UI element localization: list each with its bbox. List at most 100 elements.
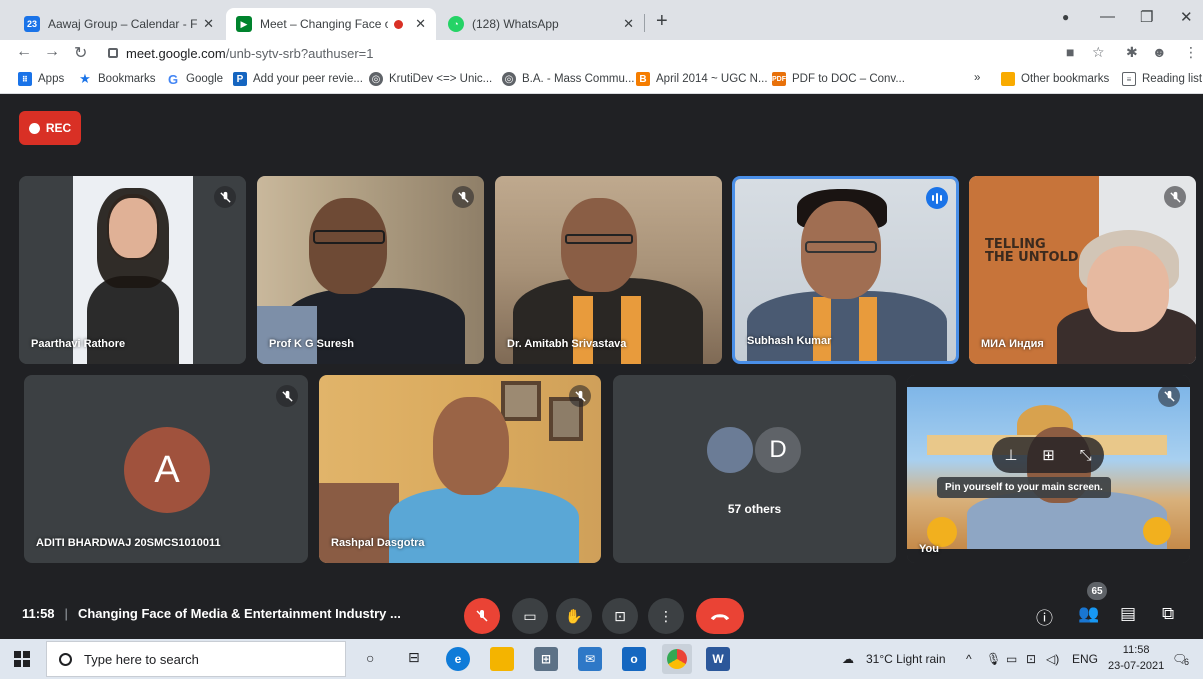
camera-icon: ▭ — [523, 607, 537, 624]
bookmark-label: Add your peer revie... — [253, 73, 363, 85]
globe-icon: ◎ — [369, 72, 383, 86]
participant-tile-active-speaker[interactable]: Subhash Kumar — [732, 176, 959, 364]
weather-icon[interactable]: ☁ — [842, 652, 854, 666]
participant-tile[interactable]: Prof K G Suresh — [257, 176, 484, 364]
camera-icon[interactable]: ■ — [1066, 44, 1074, 60]
new-tab-icon[interactable]: + — [656, 10, 668, 33]
mic-off-icon — [276, 385, 298, 407]
participant-tile[interactable]: Rashpal Dasgotra — [319, 375, 601, 563]
self-tile[interactable]: ⊥ ⊞ ⤡ Pin yourself to your main screen. … — [907, 375, 1190, 563]
hand-icon: ✋ — [565, 607, 583, 624]
close-icon[interactable]: ✕ — [203, 16, 214, 32]
info-icon[interactable]: ⓘ — [1036, 604, 1053, 629]
minimize-tile-icon[interactable]: ⤡ — [1080, 447, 1092, 464]
camera-toggle-button[interactable]: ▭ — [512, 598, 548, 634]
bookmark-bookmarks[interactable]: ★ Bookmarks — [78, 71, 155, 86]
bookmark-star-icon[interactable]: ☆ — [1092, 44, 1105, 61]
windows-start-icon[interactable] — [14, 651, 30, 667]
outlook-icon[interactable]: o — [622, 647, 646, 671]
blogger-icon: B — [636, 72, 650, 86]
mic-tray-icon: 🎙 — [986, 652, 1002, 666]
profile-avatar-icon[interactable]: ☻ — [1152, 44, 1167, 60]
forward-icon[interactable]: → — [44, 43, 60, 61]
url-path: /unb-sytv-srb?authuser=1 — [225, 45, 374, 61]
avatar: A — [124, 427, 210, 513]
menu-kebab-icon[interactable]: ⋮ — [1184, 44, 1198, 61]
address-bar[interactable]: meet.google.com/unb-sytv-srb?authuser=1 — [100, 42, 1060, 64]
language-indicator[interactable]: ENG — [1072, 652, 1098, 666]
reading-list-icon: ≡ — [1122, 72, 1136, 86]
participant-tile[interactable]: Paarthavi Rathore — [19, 176, 246, 364]
taskbar-search[interactable]: Type here to search — [46, 641, 346, 677]
participant-tile[interactable]: TELLING THE UNTOLD МИА Индия — [969, 176, 1196, 364]
bookmark-apps[interactable]: ⠿ Apps — [18, 72, 64, 86]
participant-name: You — [919, 543, 939, 555]
bookmark-krutidev[interactable]: ◎ KrutiDev <=> Unic... — [369, 72, 492, 86]
p-icon: P — [233, 72, 247, 86]
cortana-icon[interactable]: ○ — [366, 650, 374, 666]
volume-icon: ◁) — [1046, 652, 1060, 666]
back-icon[interactable]: ← — [16, 43, 32, 61]
word-icon[interactable]: W — [706, 647, 730, 671]
chat-icon[interactable]: ▤ — [1120, 604, 1136, 624]
tab-calendar[interactable]: 23 Aawaj Group – Calendar - Friday ✕ — [14, 8, 224, 40]
meeting-time: 11:58 — [22, 606, 55, 621]
chrome-icon[interactable] — [662, 644, 692, 674]
close-icon[interactable]: ✕ — [623, 16, 634, 32]
bookmark-peer-review[interactable]: P Add your peer revie... — [233, 72, 363, 86]
participant-tile[interactable]: Dr. Amitabh Srivastava — [495, 176, 722, 364]
extensions-icon[interactable]: ✱ — [1126, 44, 1138, 61]
restore-icon[interactable]: ❐ — [1140, 8, 1153, 26]
pin-tooltip: Pin yourself to your main screen. — [937, 477, 1111, 498]
present-button[interactable]: ⊡ — [602, 598, 638, 634]
mic-off-icon — [569, 385, 591, 407]
mic-off-icon — [214, 186, 236, 208]
clock-time: 11:58 — [1122, 644, 1150, 656]
bookmarks-overflow[interactable]: » — [974, 72, 980, 84]
participant-name: Paarthavi Rathore — [31, 338, 126, 350]
url-host: meet.google.com — [126, 45, 226, 61]
more-options-button[interactable]: ⋮ — [648, 598, 684, 634]
profile-dot-icon[interactable]: ● — [1062, 10, 1069, 24]
participant-name: Dr. Amitabh Srivastava — [507, 338, 627, 350]
participant-name: Rashpal Dasgotra — [331, 537, 425, 549]
tray-expand-icon[interactable]: ^ — [966, 652, 972, 666]
store-icon[interactable]: ⊞ — [534, 647, 558, 671]
pdf-icon: PDF — [772, 72, 786, 86]
bookmark-google[interactable]: G Google — [166, 72, 223, 87]
weather-text[interactable]: 31°C Light rain — [866, 652, 946, 666]
activities-icon[interactable]: ⧉ — [1162, 604, 1174, 624]
mic-toggle-button[interactable] — [464, 598, 500, 634]
raise-hand-button[interactable]: ✋ — [556, 598, 592, 634]
close-icon[interactable]: ✕ — [415, 16, 426, 32]
mail-icon[interactable]: ✉ — [578, 647, 602, 671]
pin-icon[interactable]: ⊥ — [1004, 446, 1017, 464]
window-close-icon[interactable]: ✕ — [1180, 8, 1193, 26]
reading-list[interactable]: ≡ Reading list — [1122, 72, 1202, 86]
mic-off-icon — [1158, 385, 1180, 407]
taskbar-clock[interactable]: 11:58 23-07-2021 — [1108, 642, 1164, 674]
lock-icon — [108, 48, 118, 58]
edge-icon[interactable]: e — [446, 647, 470, 671]
bookmark-pdf-doc[interactable]: PDF PDF to DOC – Conv... — [772, 72, 905, 86]
tab-whatsapp[interactable]: ◔ (128) WhatsApp ✕ — [438, 8, 644, 40]
fit-frame-icon[interactable]: ⊞ — [1042, 446, 1055, 464]
reload-icon[interactable]: ↻ — [74, 43, 87, 63]
file-explorer-icon[interactable] — [490, 647, 514, 671]
others-tile[interactable]: D 57 others — [613, 375, 896, 563]
bookmark-mass-comm[interactable]: ◎ B.A. - Mass Commu... — [502, 72, 634, 86]
bookmark-other[interactable]: Other bookmarks — [1001, 72, 1109, 86]
tab-meet[interactable]: ▶ Meet – Changing Face of Me ✕ — [226, 8, 436, 40]
people-icon[interactable]: 👥 — [1078, 604, 1099, 624]
record-dot-icon — [28, 122, 40, 134]
task-view-icon[interactable]: ⊟ — [408, 649, 420, 666]
leave-call-button[interactable] — [696, 598, 744, 634]
bookmark-ugc[interactable]: B April 2014 ~ UGC N... — [636, 72, 768, 86]
minimize-icon[interactable]: — — [1100, 8, 1115, 25]
folder-icon — [1001, 72, 1015, 86]
participant-tile[interactable]: A ADITI BHARDWAJ 20SMCS1010011 — [24, 375, 308, 563]
tile-hover-controls: ⊥ ⊞ ⤡ — [992, 437, 1104, 473]
meeting-control-bar: 11:58 | Changing Face of Media & Entertain… — [0, 582, 1203, 639]
meet-icon: ▶ — [236, 16, 252, 32]
search-placeholder: Type here to search — [84, 651, 199, 667]
